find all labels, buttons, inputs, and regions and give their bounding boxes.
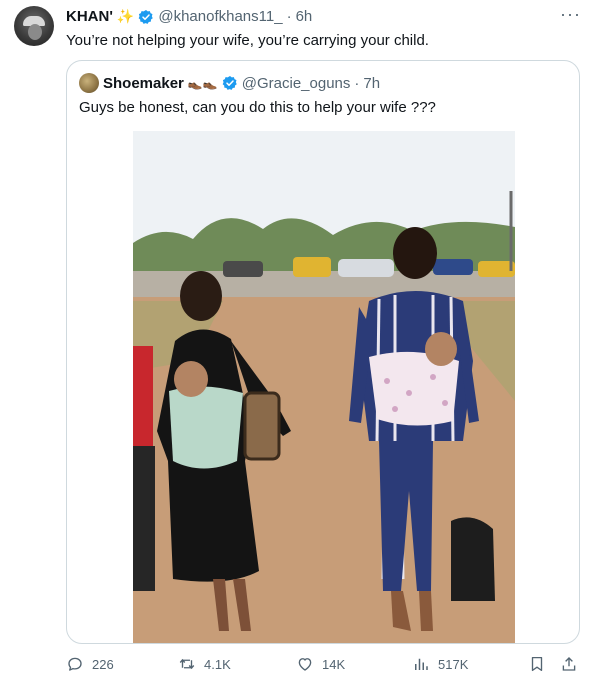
quoted-tweet[interactable]: Shoemaker 👞👞 @Gracie_oguns · 7h Guys be … <box>66 60 580 644</box>
shoe-emoji: 👞👞 <box>187 76 218 90</box>
repost-count: 4.1K <box>204 656 231 672</box>
more-options-icon[interactable]: ··· <box>560 4 581 25</box>
tweet-card: KHAN' ✨ @khanofkhans11_ · 6h ··· You’re … <box>0 0 613 693</box>
share-upload-icon <box>562 657 576 671</box>
bar-chart-icon <box>415 658 428 670</box>
bookmark-icon <box>531 656 543 672</box>
share-button[interactable] <box>560 655 578 673</box>
like-count: 14K <box>322 656 346 672</box>
quoted-tweet-header: Shoemaker 👞👞 @Gracie_oguns · 7h <box>79 73 380 93</box>
sparkle-emoji: ✨ <box>116 8 135 24</box>
bookmark-button[interactable] <box>528 655 546 673</box>
speech-bubble-icon <box>68 657 82 671</box>
tweet-header: KHAN' ✨ @khanofkhans11_ · 6h <box>66 8 312 25</box>
avatar-face <box>28 24 42 40</box>
photo-illustration <box>133 131 515 643</box>
views-count: 517K <box>438 656 469 672</box>
repost-button[interactable]: 4.1K <box>178 655 231 673</box>
repost-arrows-icon <box>179 658 195 670</box>
author-avatar[interactable] <box>14 6 54 46</box>
verified-badge-icon <box>139 9 154 24</box>
verified-badge-icon <box>222 76 237 90</box>
author-name[interactable]: KHAN' <box>66 8 113 25</box>
quoted-timestamp: 7h <box>363 74 381 92</box>
tweet-text: You’re not helping your wife, you’re car… <box>66 32 429 49</box>
reply-count: 226 <box>92 656 114 672</box>
separator-dot: · <box>286 8 292 25</box>
quoted-author-handle: @Gracie_oguns <box>241 74 351 92</box>
tweet-timestamp[interactable]: 6h <box>296 8 313 25</box>
heart-icon <box>298 658 312 671</box>
quoted-author-name: Shoemaker <box>103 74 184 92</box>
like-button[interactable]: 14K <box>296 655 345 673</box>
quoted-tweet-text: Guys be honest, can you do this to help … <box>79 99 436 116</box>
quoted-author-avatar <box>79 73 99 93</box>
tweet-actions: 226 4.1K 14K 517K <box>66 655 586 677</box>
separator-dot: · <box>354 74 360 92</box>
views-button[interactable]: 517K <box>412 655 468 673</box>
tweet-photo[interactable] <box>133 131 515 643</box>
reply-button[interactable]: 226 <box>66 655 114 673</box>
author-handle[interactable]: @khanofkhans11_ <box>158 8 282 25</box>
